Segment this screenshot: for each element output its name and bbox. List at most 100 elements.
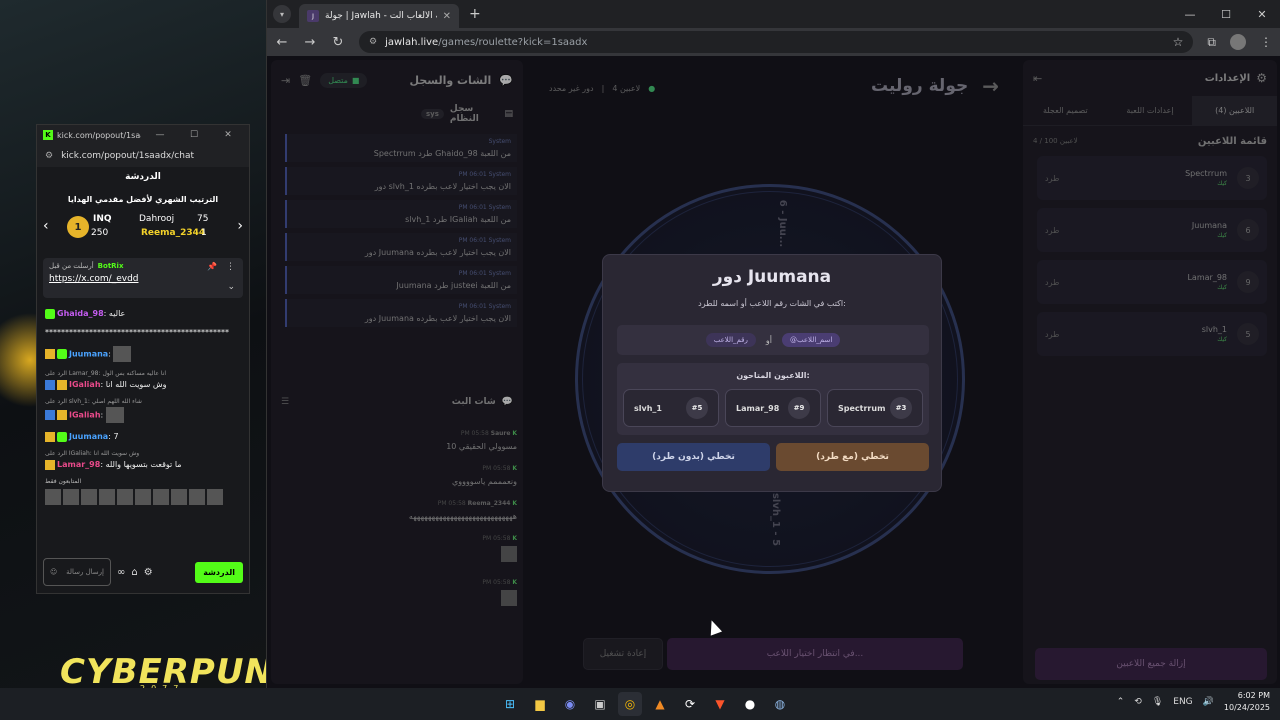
reload-icon[interactable]: ↻ <box>331 35 345 50</box>
emote-button[interactable] <box>99 489 115 505</box>
extensions-icon[interactable]: ⧉ <box>1207 35 1216 50</box>
chevron-left-icon[interactable]: ‹ <box>43 218 49 234</box>
address-url: jawlah.live/games/roulette?kick=1saadx <box>385 36 588 48</box>
emote-button[interactable] <box>81 489 97 505</box>
top-gifter-value: 250 <box>91 228 109 238</box>
site-info-icon[interactable]: ⚙ <box>369 37 377 47</box>
terminal-icon[interactable]: ▣ <box>588 692 612 716</box>
remaining-player-card[interactable]: Spectrrum #3 <box>827 389 923 427</box>
emote-button[interactable] <box>63 489 79 505</box>
chat-message: Lamar_98: ما توقعت بتسويها والله <box>45 459 241 470</box>
kick-chat-popout: K kick.com/popout/1saadx/ch... — ☐ ✕ ⚙ k… <box>36 124 250 594</box>
turn-modal: دور Juumana اكتب في الشات رقم اللاعب أو … <box>602 254 942 492</box>
windows-start-icon[interactable]: ⊞ <box>498 692 522 716</box>
sync-icon[interactable]: ⟳ <box>678 692 702 716</box>
third-gifter-value: 1 <box>201 228 207 238</box>
settings-icon[interactable]: ⚙ <box>144 567 153 578</box>
chat-message: ****************************************… <box>45 328 229 337</box>
remaining-player-card[interactable]: slvh_1 #5 <box>623 389 719 427</box>
new-tab-button[interactable]: + <box>469 6 481 22</box>
close-tab-icon[interactable]: ✕ <box>443 11 451 22</box>
pinned-bot-name: BotRix <box>97 262 124 270</box>
more-options-icon[interactable]: ⋮ <box>226 262 235 272</box>
clock[interactable]: 6:02 PM 10/24/2025 <box>1224 690 1270 714</box>
windows-taskbar: ⊞ ▆ ◉ ▣ ◎ ▲ ⟳ ▼ ● ◍ ⌃ ⟲ 🎙 ENG 🔊 6:02 PM … <box>0 688 1280 720</box>
skip-with-kick-button[interactable]: تخطي (مع طرد) <box>776 443 929 471</box>
chevron-right-icon[interactable]: › <box>237 218 243 234</box>
tab-strip: ▾ J جولة | Jawlah - منصة الألعاب الت... … <box>267 0 1280 28</box>
microphone-icon[interactable]: 🎙 <box>1152 697 1163 707</box>
emote-button[interactable] <box>171 489 187 505</box>
system-tray: ⌃ ⟲ 🎙 ENG 🔊 6:02 PM 10/24/2025 <box>1117 690 1270 714</box>
maximize-button[interactable]: ☐ <box>1208 8 1244 21</box>
third-gifter-name: Reema_2344 <box>141 228 206 238</box>
remaining-players-box: اللاعبون المتاحون: slvh_1 #5 Lamar_98 #9 S… <box>617 363 929 435</box>
infinity-icon[interactable]: ∞ <box>117 567 125 578</box>
minimize-button[interactable]: — <box>145 130 175 140</box>
popout-url: kick.com/popout/1saadx/chat <box>61 151 194 161</box>
emote-button[interactable] <box>207 489 223 505</box>
skip-without-kick-button[interactable]: تخطي (بدون طرد) <box>617 443 770 471</box>
language-indicator[interactable]: ENG <box>1173 697 1192 707</box>
maximize-button[interactable]: ☐ <box>179 130 209 140</box>
obs-icon[interactable]: ● <box>738 692 762 716</box>
chrome-icon[interactable]: ◎ <box>618 692 642 716</box>
leaderboard-title: الترتيب الشهري لأفضل مقدمي الهدايا <box>67 195 219 204</box>
menu-dots-icon[interactable]: ⋮ <box>1260 35 1272 49</box>
emote-button[interactable] <box>117 489 133 505</box>
pinned-link[interactable]: https://x.com/_evdd <box>49 274 237 284</box>
chat-message: IGaliah: <box>45 407 241 423</box>
chat-input[interactable]: ☺ إرسال رسالة <box>43 558 111 586</box>
back-icon[interactable]: ← <box>275 35 289 50</box>
modal-instruction: اكتب في الشات رقم اللاعب أو اسمه للطرد: <box>698 299 846 308</box>
modal-actions: تخطي (بدون طرد) تخطي (مع طرد) <box>617 443 929 471</box>
network-icon[interactable]: ⟲ <box>1134 697 1142 707</box>
browser-toolbar: ← → ↻ ⚙ jawlah.live/games/roulette?kick=… <box>267 28 1280 56</box>
steam-icon[interactable]: ◍ <box>768 692 792 716</box>
reply-context: الرد على slvh_1: شاء الله اللهم اصلي <box>45 398 142 405</box>
followers-only-label: المتابعون فقط <box>45 478 82 485</box>
popout-titlebar: K kick.com/popout/1saadx/ch... — ☐ ✕ <box>37 125 249 145</box>
reply-context: الرد على Lamar_98: انا عاليه مساكنه بس ا… <box>45 370 167 377</box>
remaining-title: اللاعبون المتاحون: <box>736 371 810 380</box>
emoji-icon[interactable]: ☺ <box>50 568 57 576</box>
chat-message: Juumana: <box>45 346 241 362</box>
second-gifter-value: 75 <box>197 214 209 224</box>
emote-button[interactable] <box>45 489 61 505</box>
app-icon[interactable]: ▲ <box>648 692 672 716</box>
discord-icon[interactable]: ◉ <box>558 692 582 716</box>
emote-button[interactable] <box>189 489 205 505</box>
chevron-down-icon[interactable]: ⌄ <box>227 282 235 292</box>
rank-one-medal: 1 <box>67 216 89 238</box>
pin-icon[interactable]: 📌 <box>207 262 217 271</box>
site-info-icon[interactable]: ⚙ <box>45 151 53 161</box>
chip-player-number: رقم_اللاعب <box>705 333 756 347</box>
emote-bar <box>37 489 249 505</box>
close-window-button[interactable]: ✕ <box>213 130 243 140</box>
address-bar[interactable]: ⚙ jawlah.live/games/roulette?kick=1saadx… <box>359 31 1194 53</box>
taskbar-apps: ⊞ ▆ ◉ ▣ ◎ ▲ ⟳ ▼ ● ◍ <box>498 692 792 716</box>
send-chat-button[interactable]: الدردشة <box>195 561 243 583</box>
tab-title: جولة | Jawlah - منصة الألعاب الت... <box>325 11 437 21</box>
browser-window: ▾ J جولة | Jawlah - منصة الألعاب الت... … <box>266 0 1280 688</box>
close-window-button[interactable]: ✕ <box>1244 8 1280 21</box>
emote-button[interactable] <box>153 489 169 505</box>
gift-icon[interactable]: ⌂ <box>131 567 137 578</box>
tab-search-button[interactable]: ▾ <box>273 5 291 23</box>
file-explorer-icon[interactable]: ▆ <box>528 692 552 716</box>
second-gifter-name: Dahrooj <box>139 214 175 224</box>
minimize-button[interactable]: — <box>1172 8 1208 21</box>
emote-button[interactable] <box>135 489 151 505</box>
chevron-up-icon[interactable]: ⌃ <box>1117 697 1125 707</box>
bookmark-star-icon[interactable]: ☆ <box>1173 35 1184 49</box>
window-controls: — ☐ ✕ <box>1172 8 1280 21</box>
forward-icon[interactable]: → <box>303 35 317 50</box>
jawlah-favicon-icon: J <box>307 10 319 22</box>
brave-icon[interactable]: ▼ <box>708 692 732 716</box>
browser-tab[interactable]: J جولة | Jawlah - منصة الألعاب الت... ✕ <box>299 4 459 28</box>
profile-avatar[interactable] <box>1230 34 1246 50</box>
remaining-player-card[interactable]: Lamar_98 #9 <box>725 389 821 427</box>
gifter-leaderboard: ‹ 1 INQ 250 Dahrooj 75 Reema_2344 1 › <box>37 208 249 254</box>
chat-header: الدردشة <box>125 172 161 182</box>
volume-icon[interactable]: 🔊 <box>1203 697 1214 707</box>
